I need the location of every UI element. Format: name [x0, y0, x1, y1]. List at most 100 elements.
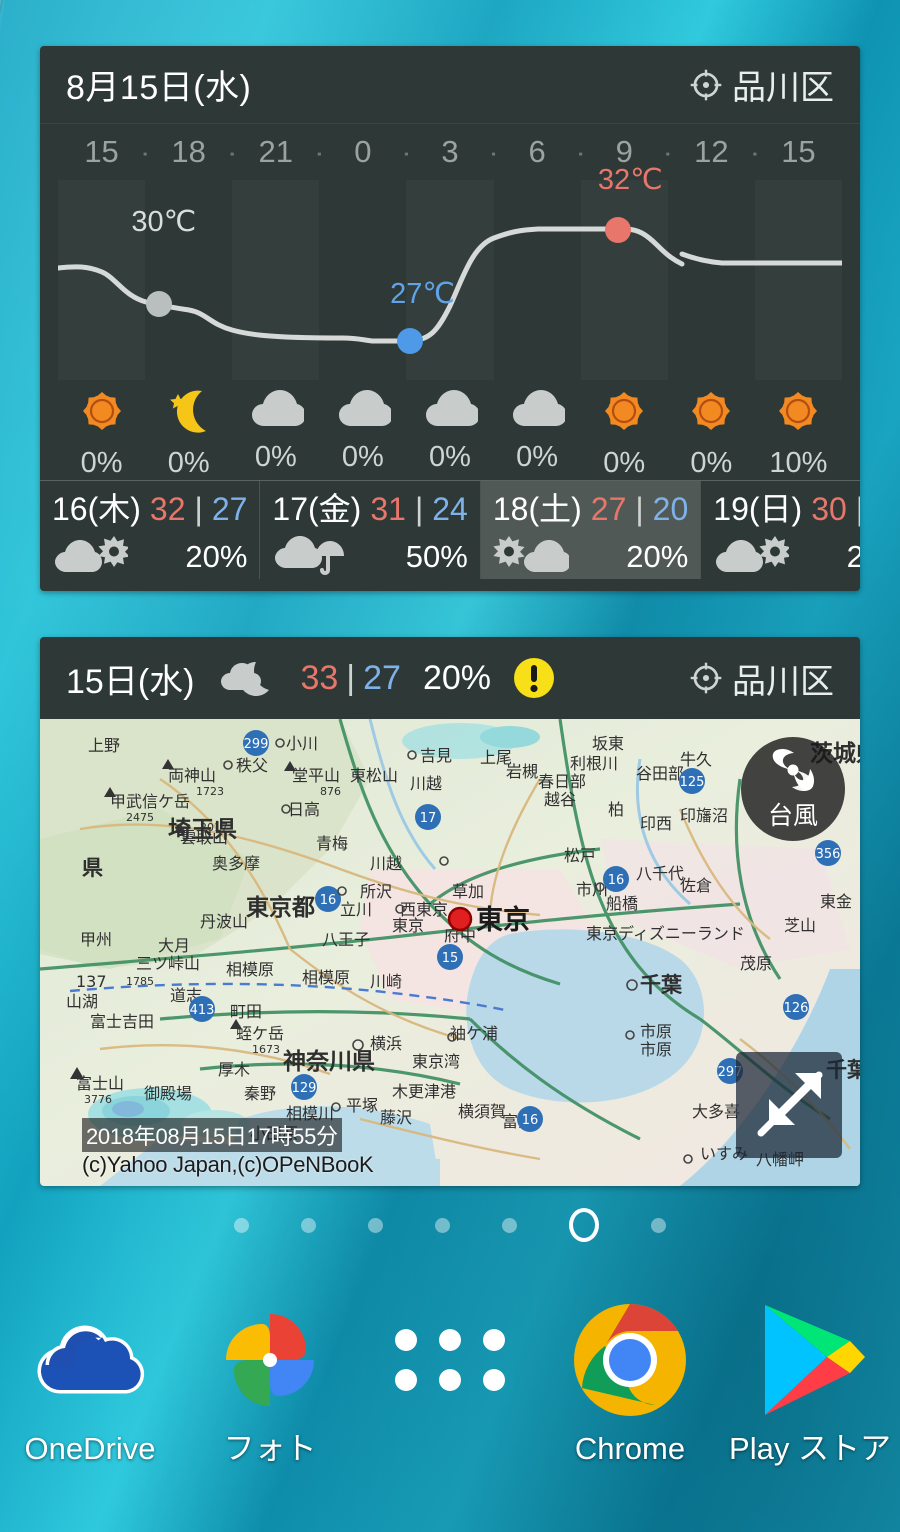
svg-text:川崎: 川崎 [370, 972, 402, 991]
svg-text:日高: 日高 [288, 800, 320, 819]
warning-icon[interactable] [513, 657, 555, 699]
typhoon-button[interactable]: 台風 [741, 737, 845, 841]
min-temp-label: 27℃ [390, 278, 455, 310]
app-photos[interactable]: フォト [180, 1290, 360, 1532]
svg-text:佐倉: 佐倉 [680, 876, 712, 895]
daily-temp-separator: | [635, 490, 644, 527]
daily-forecast-cell[interactable]: 19(日)30|21 20% [701, 481, 860, 579]
map-widget-header: 15日(水) 33 | 27 20% 品川区 [40, 637, 860, 719]
daily-day-label: 17(金) [272, 490, 362, 527]
app-label: Play ストア [729, 1431, 891, 1466]
svg-text:丹波山: 丹波山 [200, 912, 248, 931]
hour-tick: 21 [228, 134, 323, 170]
hour-label: 15 [84, 134, 119, 169]
gps-crosshair-icon [690, 662, 722, 694]
max-temp-label: 32℃ [597, 164, 663, 196]
svg-text:東金: 東金 [820, 892, 852, 911]
app-drawer[interactable] [360, 1290, 540, 1532]
svg-text:16: 16 [522, 1113, 539, 1128]
daily-forecast-row: 16(木) 32 | 27 20% 17(金) 31 | 24 50% 18(土) 27 | 20 2… [40, 480, 860, 579]
widget-date-label: 8月15日(水) [66, 69, 252, 107]
svg-text:3776: 3776 [84, 1093, 112, 1106]
precipitation-probability: 0% [341, 441, 384, 473]
temperature-chart: 30℃ 27℃ 32℃ [58, 164, 842, 380]
map-temp-max: 33 [300, 658, 339, 697]
gps-crosshair-icon [690, 69, 722, 100]
svg-text:奥多摩: 奥多摩 [212, 854, 260, 873]
hourly-forecast-cell: 0% [581, 384, 668, 480]
svg-text:秩父: 秩父 [236, 756, 268, 775]
hour-tick: 3 [402, 134, 497, 170]
svg-text:吉見: 吉見 [420, 746, 452, 765]
svg-text:16: 16 [320, 893, 337, 908]
svg-text:川越: 川越 [370, 854, 402, 873]
weather-map-widget[interactable]: 15日(水) 33 | 27 20% 品川区 埼玉県 東京都 神奈川県 城 葉 … [40, 637, 860, 1186]
svg-text:川越: 川越 [410, 774, 442, 793]
svg-text:春日部: 春日部 [538, 772, 586, 791]
max-temp-point [605, 217, 631, 243]
page-dot[interactable] [651, 1217, 666, 1233]
svg-text:印旛沼: 印旛沼 [680, 806, 728, 825]
page-dot[interactable] [301, 1217, 316, 1233]
rain-map[interactable]: 埼玉県 東京都 神奈川県 茨城県 千葉県 千葉 県 上野小川 坂東吉見 両神山1… [40, 719, 860, 1186]
svg-text:東京湾: 東京湾 [412, 1052, 460, 1071]
onedrive-icon [30, 1300, 150, 1420]
hour-label: 0 [354, 134, 372, 169]
app-onedrive[interactable]: OneDrive [0, 1290, 180, 1532]
hour-label: 18 [171, 134, 206, 169]
location-area[interactable]: 品川区 [689, 60, 834, 109]
page-dot[interactable] [234, 1217, 249, 1233]
page-dot[interactable] [435, 1217, 450, 1233]
svg-text:両神山: 両神山 [168, 766, 216, 785]
hour-tick: 15 [751, 134, 842, 170]
hour-tick: 15 [58, 134, 149, 170]
daily-forecast-cell[interactable]: 18(土) 27 | 20 20% [480, 481, 702, 579]
map-location-area[interactable]: 品川区 [689, 654, 834, 703]
svg-text:町田: 町田 [230, 1002, 262, 1021]
svg-text:木更津港: 木更津港 [392, 1082, 456, 1101]
svg-text:秦野: 秦野 [244, 1084, 276, 1103]
daily-temp-separator: | [855, 490, 860, 527]
svg-text:上野: 上野 [88, 736, 120, 755]
map-date-label: 15日(水) [66, 662, 195, 701]
svg-text:相模原: 相模原 [302, 968, 350, 987]
svg-text:柏: 柏 [608, 800, 624, 819]
svg-text:神奈川県: 神奈川県 [283, 1048, 375, 1075]
svg-text:横浜: 横浜 [370, 1034, 402, 1053]
hourly-weather-widget[interactable]: 8月15日(水) 品川区 15182103691215 30℃ 27℃ 32℃ [40, 46, 860, 591]
page-dot[interactable] [502, 1217, 517, 1233]
cloud-icon [422, 384, 480, 437]
svg-text:市原: 市原 [640, 1040, 672, 1059]
svg-text:谷田部: 谷田部 [636, 764, 684, 783]
svg-text:299: 299 [244, 737, 269, 752]
svg-text:129: 129 [292, 1081, 317, 1096]
svg-text:平塚: 平塚 [346, 1096, 378, 1115]
hour-tick: 12 [664, 134, 759, 170]
daily-forecast-cell[interactable]: 16(木) 32 | 27 20% [40, 481, 261, 579]
expand-arrows-icon [757, 1071, 823, 1137]
expand-map-button[interactable] [736, 1052, 842, 1158]
page-dot-active[interactable] [569, 1208, 599, 1242]
page-indicator[interactable] [0, 1208, 900, 1242]
hour-tick: 0 [315, 134, 410, 170]
daily-day-label: 16(木) [52, 490, 141, 527]
map-pop: 20% [422, 658, 492, 697]
hourly-widget-header: 8月15日(水) 品川区 [40, 46, 860, 124]
precipitation-probability: 0% [254, 441, 297, 473]
play-store-icon [750, 1300, 870, 1420]
svg-text:小川: 小川 [286, 734, 318, 753]
page-dot[interactable] [368, 1217, 383, 1233]
sun-cloud-icon [493, 532, 571, 583]
daily-precipitation: 20% [846, 539, 860, 574]
app-chrome[interactable]: Chrome [540, 1290, 720, 1532]
cloud-icon [335, 384, 393, 437]
svg-text:松戸: 松戸 [564, 846, 596, 865]
hour-tick: 18 [141, 134, 236, 170]
svg-text:356: 356 [816, 847, 841, 862]
svg-text:1673: 1673 [252, 1043, 280, 1056]
daily-forecast-cell[interactable]: 17(金) 31 | 24 50% [260, 481, 481, 579]
svg-text:17: 17 [420, 811, 437, 826]
app-play-store[interactable]: Play ストア [720, 1290, 900, 1532]
hourly-forecast-cell: 0% [145, 384, 232, 480]
svg-text:相模原: 相模原 [226, 960, 274, 979]
